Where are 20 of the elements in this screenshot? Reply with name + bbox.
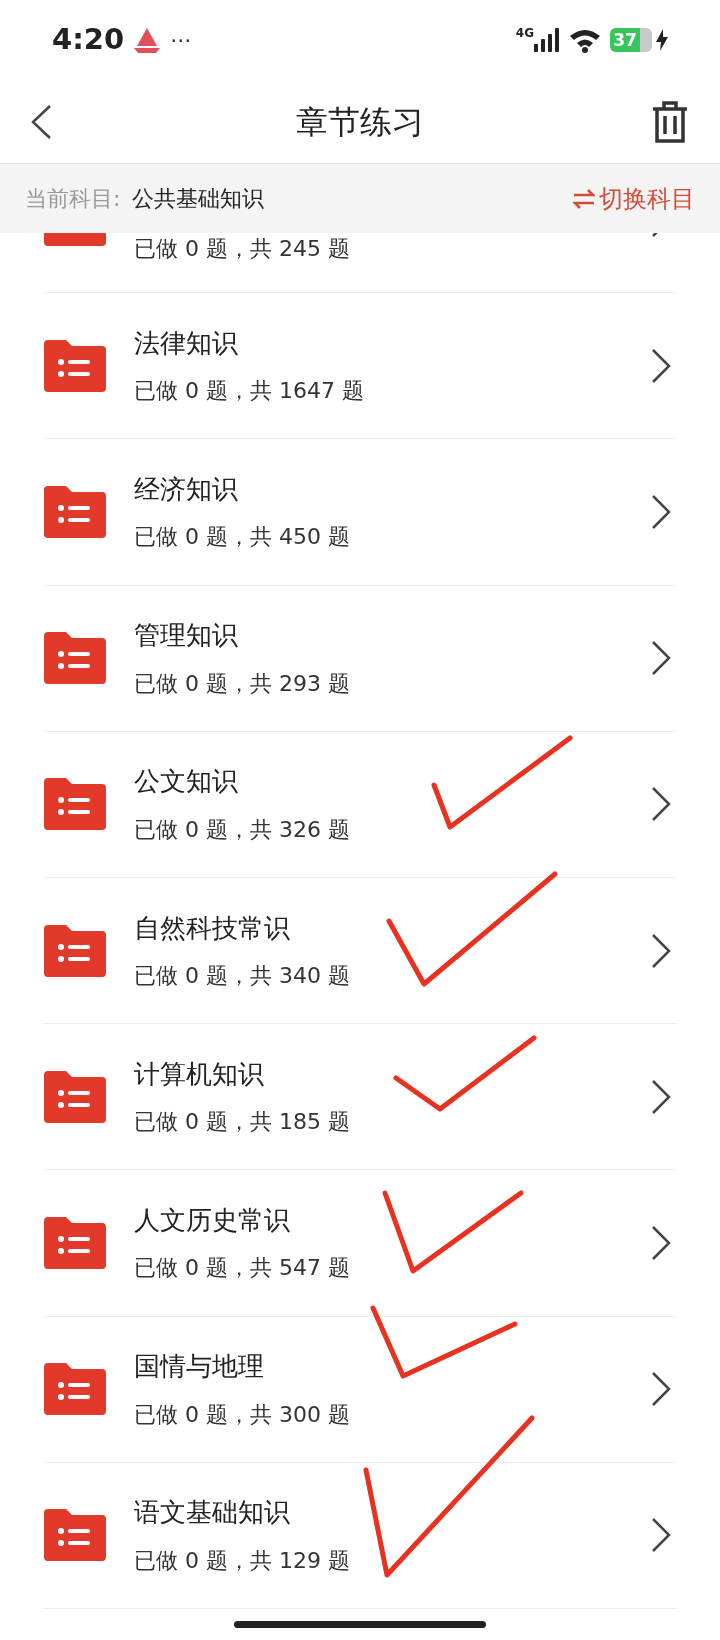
chapter-title: 语文基础知识 — [134, 1496, 291, 1529]
battery-percent: 37 — [613, 31, 637, 49]
chapter-title: 法律知识 — [134, 326, 239, 360]
chapter-progress: 已做 0 题，共 293 题 — [134, 669, 351, 698]
status-time: 4:20 — [52, 21, 125, 59]
chapter-title: 计算机知识 — [134, 1057, 265, 1091]
chapter-title: 公文知识 — [134, 765, 239, 798]
page-title: 章节练习 — [296, 101, 424, 143]
chapter-title: 经济知识 — [134, 472, 239, 506]
subject-value: 公共基础知识 — [132, 185, 265, 213]
chapter-progress: 已做 0 题，共 245 题 — [134, 234, 351, 263]
chapter-title: 自然科技常识 — [134, 911, 291, 945]
chapter-title: 国情与地理 — [134, 1350, 265, 1383]
network-label: 4G — [515, 25, 534, 42]
chapter-title: 人文历史常识 — [134, 1203, 291, 1237]
chapter-progress: 已做 0 题，共 1647 题 — [134, 377, 365, 405]
chapter-progress: 已做 0 题，共 450 题 — [134, 523, 351, 551]
chapter-title: 管理知识 — [134, 619, 239, 652]
subject-label: 当前科目: — [25, 185, 121, 213]
more-notifications: ··· — [170, 26, 192, 55]
